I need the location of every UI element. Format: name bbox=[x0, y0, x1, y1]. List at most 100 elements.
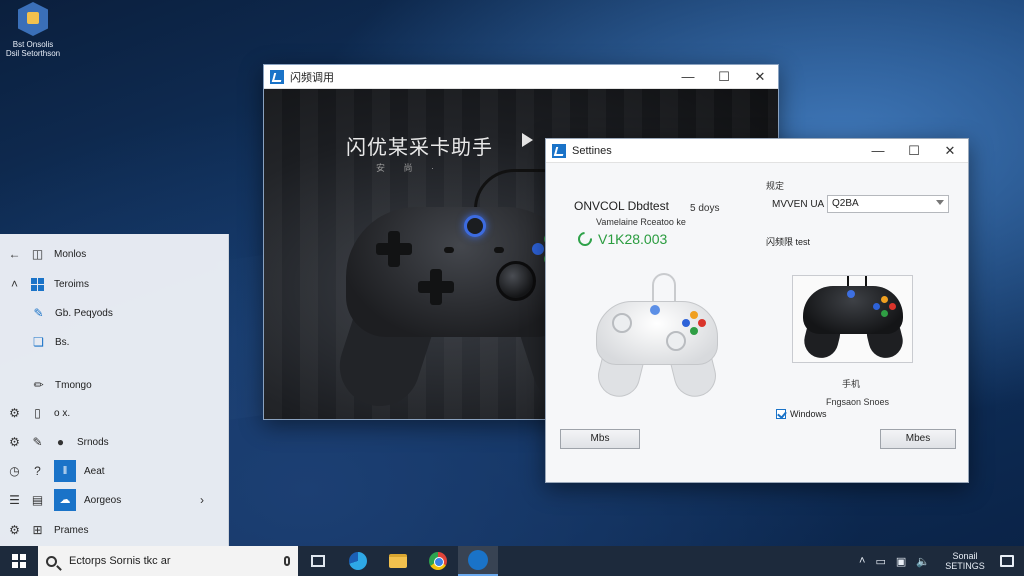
clock-line-2: SETINGS bbox=[945, 561, 985, 571]
start-menu-item-sub1[interactable]: ✎ Gb. Peqyods bbox=[32, 302, 113, 324]
windows-checkbox[interactable] bbox=[776, 409, 786, 419]
search-input[interactable]: Ectorps Sornis tkc ar bbox=[69, 555, 284, 567]
chevron-up-tray-icon[interactable]: ˄ bbox=[859, 555, 865, 567]
mode-label: MVVEN UA bbox=[772, 199, 825, 210]
clock-icon: ◷ bbox=[9, 463, 20, 478]
cloud-tile-icon: ☁ bbox=[54, 489, 76, 511]
device-status: Vamelaine Rceatoo ke bbox=[596, 217, 686, 227]
close-icon[interactable]: ✕ bbox=[742, 65, 778, 89]
main-window-titlebar[interactable]: 闪频调用 — ☐ ✕ bbox=[264, 65, 778, 89]
left-action-button[interactable]: Mbs bbox=[560, 429, 640, 449]
question-icon: ? bbox=[34, 463, 41, 478]
pencil-icon: ✏ bbox=[33, 377, 44, 392]
folder-icon bbox=[389, 554, 407, 568]
start-menu-label: Bs. bbox=[55, 336, 70, 348]
start-menu-item-sub2[interactable]: ❏ Bs. bbox=[32, 331, 69, 353]
windows-checkbox-label: Windows bbox=[790, 409, 827, 419]
preview-caption: 手机 bbox=[842, 379, 861, 389]
shield-app-icon bbox=[18, 2, 48, 36]
mode-select-value: Q2BA bbox=[832, 198, 859, 209]
start-menu-item-aeat[interactable]: ◷ ? ‖ Aeat bbox=[8, 460, 105, 482]
start-menu: ← ◫ Monlos ˄ Teroims ✎ Gb. Peqyods ❏ Bs.… bbox=[0, 234, 229, 546]
mode-select[interactable]: Q2BA bbox=[827, 195, 949, 213]
preview-subcaption: Fngsaon Snoes bbox=[826, 397, 890, 407]
device-info-pane: ONVCOL Dbdtest 5 doys Vamelaine Rceatoo … bbox=[546, 163, 758, 457]
hero-title: 闪优某采卡助手 bbox=[346, 137, 493, 159]
app-logo-icon bbox=[270, 69, 284, 84]
controller-app-icon bbox=[468, 550, 488, 570]
start-menu-item-tmongo[interactable]: ✏ Tmongo bbox=[32, 374, 92, 396]
settings-close-icon[interactable]: ✕ bbox=[932, 139, 968, 163]
guide-button-icon bbox=[464, 215, 486, 237]
play-icon[interactable] bbox=[522, 133, 533, 147]
chrome-taskbar-button[interactable] bbox=[418, 546, 458, 576]
settings-maximize-icon[interactable]: ☐ bbox=[896, 139, 932, 163]
gear-icon: ⚙ bbox=[9, 405, 20, 420]
back-arrow-icon: ← bbox=[8, 246, 21, 261]
book-icon: ▤ bbox=[31, 492, 44, 507]
start-menu-item-ox[interactable]: ⚙ ▯ o x. bbox=[8, 402, 70, 424]
right-action-button[interactable]: Mbes bbox=[880, 429, 956, 449]
black-controller-image bbox=[329, 207, 623, 417]
start-menu-item-aorgeos[interactable]: ☰ ▤ ☁ Aorgeos › bbox=[8, 489, 223, 511]
hero-subtitle: 安 尚 · bbox=[376, 163, 442, 173]
clock[interactable]: Sonail SETINGS bbox=[940, 551, 990, 571]
section-label: 闪频限 test bbox=[766, 237, 811, 247]
volume-icon[interactable]: 🔈 bbox=[916, 555, 930, 568]
start-menu-item-back[interactable]: ← ◫ Monlos bbox=[8, 243, 87, 265]
maximize-icon[interactable]: ☐ bbox=[706, 65, 742, 89]
windows-grid-icon bbox=[31, 277, 44, 291]
edit-icon: ✎ bbox=[32, 434, 43, 449]
explorer-taskbar-button[interactable] bbox=[378, 546, 418, 576]
battery-icon[interactable]: ▭ bbox=[875, 555, 885, 568]
search-icon bbox=[46, 555, 57, 567]
start-menu-label: Teroims bbox=[54, 278, 90, 290]
white-controller-image bbox=[593, 273, 721, 402]
controller-icon: ● bbox=[56, 434, 65, 449]
dpad-icon bbox=[376, 231, 412, 267]
task-view-button[interactable] bbox=[298, 546, 338, 576]
controller-app-taskbar-button[interactable] bbox=[458, 546, 498, 576]
pen-edit-icon: ✎ bbox=[33, 305, 44, 320]
minimize-icon[interactable]: — bbox=[670, 65, 706, 89]
start-menu-label: Srnods bbox=[77, 436, 109, 448]
desktop-shortcut-label-1: Bst Onsolis bbox=[12, 40, 54, 49]
start-menu-label: Gb. Peqyods bbox=[55, 307, 113, 319]
start-menu-label: o x. bbox=[54, 407, 71, 419]
windows-logo-icon bbox=[12, 554, 26, 568]
dpad-lower-icon bbox=[418, 269, 454, 305]
taskbar-search[interactable]: Ectorps Sornis tkc ar bbox=[38, 546, 298, 576]
check-circle-icon bbox=[575, 229, 595, 249]
monitor-icon: ◫ bbox=[31, 246, 44, 261]
start-button[interactable] bbox=[0, 546, 38, 576]
settings-dialog: Settines — ☐ ✕ ONVCOL Dbdtest 5 doys Vam… bbox=[545, 138, 969, 483]
desktop-shortcut-label-2: Dsil Setorthson bbox=[5, 49, 61, 58]
device-name: ONVCOL Dbdtest bbox=[574, 199, 669, 213]
chevron-up-icon: ˄ bbox=[10, 276, 18, 291]
firmware-version: V1K28.003 bbox=[598, 231, 668, 247]
microphone-icon[interactable] bbox=[284, 556, 290, 566]
start-menu-label: Tmongo bbox=[55, 379, 92, 391]
chrome-icon bbox=[429, 552, 447, 570]
audio-tile-icon: ‖ bbox=[54, 460, 76, 482]
start-menu-item-prames[interactable]: ⚙ ⊞ Prames bbox=[8, 519, 88, 541]
settings-minimize-icon[interactable]: — bbox=[860, 139, 896, 163]
settings-gear-icon: ⚙ bbox=[9, 522, 20, 537]
start-menu-label: Aorgeos bbox=[84, 494, 122, 506]
chevron-right-icon: › bbox=[200, 493, 204, 507]
start-menu-label: Monlos bbox=[54, 248, 87, 260]
chevron-down-icon bbox=[936, 200, 944, 205]
controller-config-pane: 规定 MVVEN UA Q2BA 闪频限 test 手机 Fngsaon Sno… bbox=[758, 163, 970, 457]
start-menu-item-expand[interactable]: ˄ Teroims bbox=[8, 273, 89, 295]
grid-icon: ⊞ bbox=[32, 522, 43, 537]
settings-titlebar[interactable]: Settines — ☐ ✕ bbox=[546, 139, 968, 163]
clock-line-1: Sonail bbox=[952, 551, 978, 561]
windows-checkbox-row[interactable]: Windows bbox=[776, 409, 827, 419]
notification-icon[interactable] bbox=[1000, 555, 1014, 567]
network-icon[interactable]: ▣ bbox=[896, 555, 906, 568]
system-tray: ˄ ▭ ▣ 🔈 Sonail SETINGS bbox=[859, 551, 1024, 571]
edge-taskbar-button[interactable] bbox=[338, 546, 378, 576]
start-menu-item-srnods[interactable]: ⚙ ✎ ● Srnods bbox=[8, 431, 109, 453]
start-menu-label: Prames bbox=[54, 524, 89, 536]
desktop-shortcut[interactable]: Bst Onsolis Dsil Setorthson bbox=[2, 2, 64, 58]
